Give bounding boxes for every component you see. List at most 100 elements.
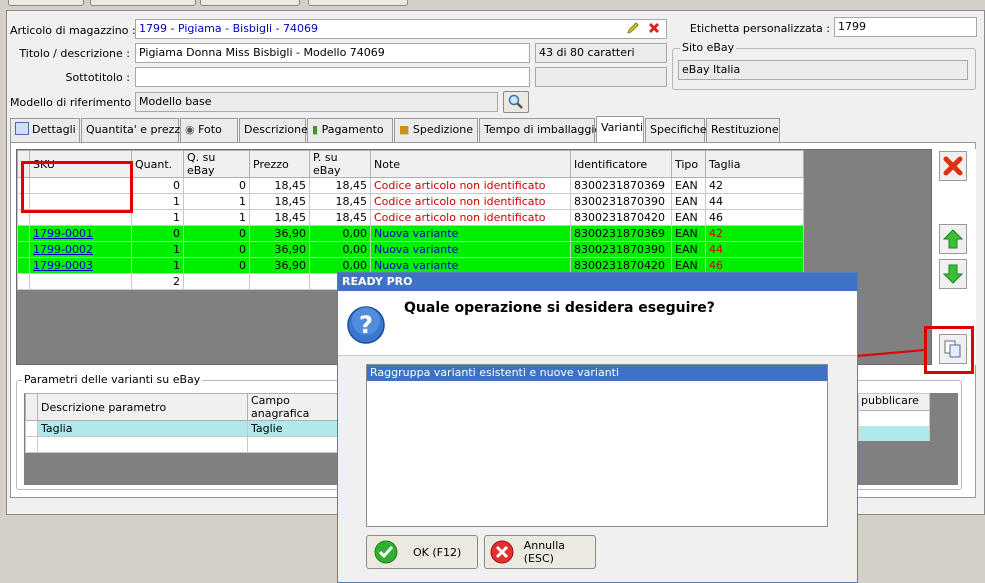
etichetta-field[interactable]: 1799 bbox=[834, 17, 977, 37]
table-row[interactable]: 1 1 18,45 18,45 Codice articolo non iden… bbox=[17, 193, 804, 210]
move-down-button[interactable] bbox=[939, 259, 967, 289]
param-desc-cell[interactable]: Taglia bbox=[37, 420, 248, 437]
col-header[interactable]: Taglia bbox=[705, 150, 804, 178]
tipo-cell[interactable]: EAN bbox=[671, 241, 706, 258]
tipo-cell[interactable]: EAN bbox=[671, 193, 706, 210]
articolo-field[interactable]: 1799 - Pigiama - Bisbigli - 74069 bbox=[135, 19, 667, 39]
col-header[interactable]: Quant. bbox=[131, 150, 184, 178]
row-indicator[interactable] bbox=[17, 241, 30, 258]
id-cell[interactable]: 8300231870420 bbox=[570, 209, 672, 226]
exit-button[interactable] bbox=[308, 0, 408, 6]
quant-cell[interactable]: 1 bbox=[131, 241, 184, 258]
modello-search-button[interactable] bbox=[503, 91, 529, 113]
pebay-cell[interactable]: 0,00 bbox=[309, 241, 371, 258]
empty-cell[interactable] bbox=[37, 436, 248, 453]
sku-link[interactable]: 1799-0003 bbox=[29, 257, 132, 274]
table-row[interactable]: 0 0 18,45 18,45 Codice articolo non iden… bbox=[17, 177, 804, 194]
qebay-cell[interactable]: 1 bbox=[183, 193, 250, 210]
pebay-cell[interactable]: 18,45 bbox=[309, 209, 371, 226]
qebay-cell[interactable]: 0 bbox=[183, 241, 250, 258]
table-row[interactable]: 1 1 18,45 18,45 Codice articolo non iden… bbox=[17, 209, 804, 226]
tab-restituzione[interactable]: Restituzione bbox=[706, 118, 780, 142]
prezzo-cell[interactable]: 36,90 bbox=[249, 225, 310, 242]
move-up-button[interactable] bbox=[939, 224, 967, 254]
prezzo-cell[interactable]: 18,45 bbox=[249, 177, 310, 194]
sku-link[interactable]: 1799-0001 bbox=[29, 225, 132, 242]
col-header[interactable]: pubblicare bbox=[859, 394, 929, 411]
prezzo-cell[interactable]: 18,45 bbox=[249, 193, 310, 210]
row-indicator[interactable] bbox=[25, 420, 38, 437]
pebay-cell[interactable]: 18,45 bbox=[309, 193, 371, 210]
taglia-cell[interactable]: 42 bbox=[705, 177, 804, 194]
col-header[interactable]: P. su eBay bbox=[309, 150, 371, 178]
empty-cell[interactable] bbox=[247, 436, 340, 453]
col-header[interactable]: Descrizione parametro bbox=[37, 393, 248, 421]
table-row-new[interactable]: 1799-0002 1 0 36,90 0,00 Nuova variante … bbox=[17, 241, 804, 258]
tipo-cell[interactable]: EAN bbox=[671, 177, 706, 194]
taglia-cell[interactable]: 42 bbox=[705, 225, 804, 242]
tab-descrizione[interactable]: Descrizione bbox=[239, 118, 308, 142]
tab-varianti[interactable]: Varianti bbox=[596, 116, 644, 142]
prezzo-cell[interactable]: 36,90 bbox=[249, 241, 310, 258]
row-indicator[interactable] bbox=[25, 436, 38, 453]
row-indicator[interactable] bbox=[17, 225, 30, 242]
arrow-up-icon bbox=[943, 229, 963, 249]
quant-cell[interactable]: 0 bbox=[131, 225, 184, 242]
id-cell[interactable]: 8300231870369 bbox=[570, 177, 672, 194]
table-row[interactable] bbox=[25, 436, 340, 453]
save-button[interactable] bbox=[8, 0, 84, 6]
titolo-field[interactable]: Pigiama Donna Miss Bisbigli - Modello 74… bbox=[135, 43, 530, 63]
quant-cell[interactable]: 1 bbox=[131, 193, 184, 210]
edit-pencil-icon[interactable] bbox=[626, 21, 640, 35]
option-item-selected[interactable]: Raggruppa varianti esistenti e nuove var… bbox=[367, 365, 827, 381]
id-cell[interactable]: 8300231870390 bbox=[570, 193, 672, 210]
options-list[interactable]: Raggruppa varianti esistenti e nuove var… bbox=[366, 364, 828, 527]
sito-ebay-field: eBay Italia bbox=[678, 60, 968, 80]
quant-cell[interactable]: 1 bbox=[131, 209, 184, 226]
tab-pagamento[interactable]: ▮ Pagamento bbox=[307, 118, 393, 142]
tab-tempo-imballaggio[interactable]: Tempo di imballaggio bbox=[479, 118, 601, 142]
taglia-cell[interactable]: 44 bbox=[705, 193, 804, 210]
clear-x-icon[interactable] bbox=[647, 21, 661, 35]
delete-button[interactable] bbox=[939, 151, 967, 181]
col-header[interactable]: Q. su eBay bbox=[183, 150, 250, 178]
tab-foto[interactable]: ◉ Foto bbox=[180, 118, 238, 142]
id-cell[interactable]: 8300231870390 bbox=[570, 241, 672, 258]
table-row-new[interactable]: 1799-0001 0 0 36,90 0,00 Nuova variante … bbox=[17, 225, 804, 242]
tipo-cell[interactable]: EAN bbox=[671, 225, 706, 242]
sottotitolo-field[interactable] bbox=[135, 67, 530, 87]
col-header[interactable]: Campo anagrafica bbox=[247, 393, 340, 421]
qebay-cell[interactable]: 1 bbox=[183, 209, 250, 226]
qebay-cell[interactable]: 0 bbox=[183, 177, 250, 194]
sku-link[interactable]: 1799-0002 bbox=[29, 241, 132, 258]
taglia-cell[interactable]: 44 bbox=[705, 241, 804, 258]
col-header[interactable]: Prezzo bbox=[249, 150, 310, 178]
pebay-cell[interactable]: 0,00 bbox=[309, 225, 371, 242]
qebay-cell[interactable]: 0 bbox=[183, 257, 250, 274]
tab-specifiche[interactable]: Specifiche bbox=[645, 118, 707, 142]
prezzo-cell[interactable]: 36,90 bbox=[249, 257, 310, 274]
param-publish-cell[interactable] bbox=[859, 426, 929, 441]
id-cell[interactable]: 8300231870369 bbox=[570, 225, 672, 242]
pebay-cell[interactable]: 18,45 bbox=[309, 177, 371, 194]
row-indicator[interactable] bbox=[17, 257, 30, 274]
prezzo-cell[interactable]: 18,45 bbox=[249, 209, 310, 226]
cancel-button[interactable]: Annulla (ESC) bbox=[484, 535, 596, 569]
qebay-cell[interactable]: 0 bbox=[183, 225, 250, 242]
tab-quantita[interactable]: Quantita' e prezzo bbox=[81, 118, 187, 142]
tab-spedizione[interactable]: ■ Spedizione bbox=[394, 118, 478, 142]
print-button[interactable] bbox=[200, 0, 300, 6]
camera-icon: ◉ bbox=[185, 123, 195, 136]
table-row[interactable]: Taglia Taglie bbox=[25, 420, 340, 437]
col-header[interactable]: Identificatore bbox=[570, 150, 672, 178]
taglia-cell[interactable]: 46 bbox=[705, 209, 804, 226]
col-header[interactable]: Tipo bbox=[671, 150, 706, 178]
quant-cell[interactable]: 0 bbox=[131, 177, 184, 194]
tipo-cell[interactable]: EAN bbox=[671, 209, 706, 226]
param-campo-cell[interactable]: Taglie bbox=[247, 420, 340, 437]
tab-dettagli[interactable]: Dettagli bbox=[10, 118, 80, 142]
col-header[interactable]: Note bbox=[370, 150, 571, 178]
ok-button[interactable]: OK (F12) bbox=[366, 535, 478, 569]
ebay-preview-button[interactable] bbox=[90, 0, 196, 6]
quant-cell[interactable]: 1 bbox=[131, 257, 184, 274]
